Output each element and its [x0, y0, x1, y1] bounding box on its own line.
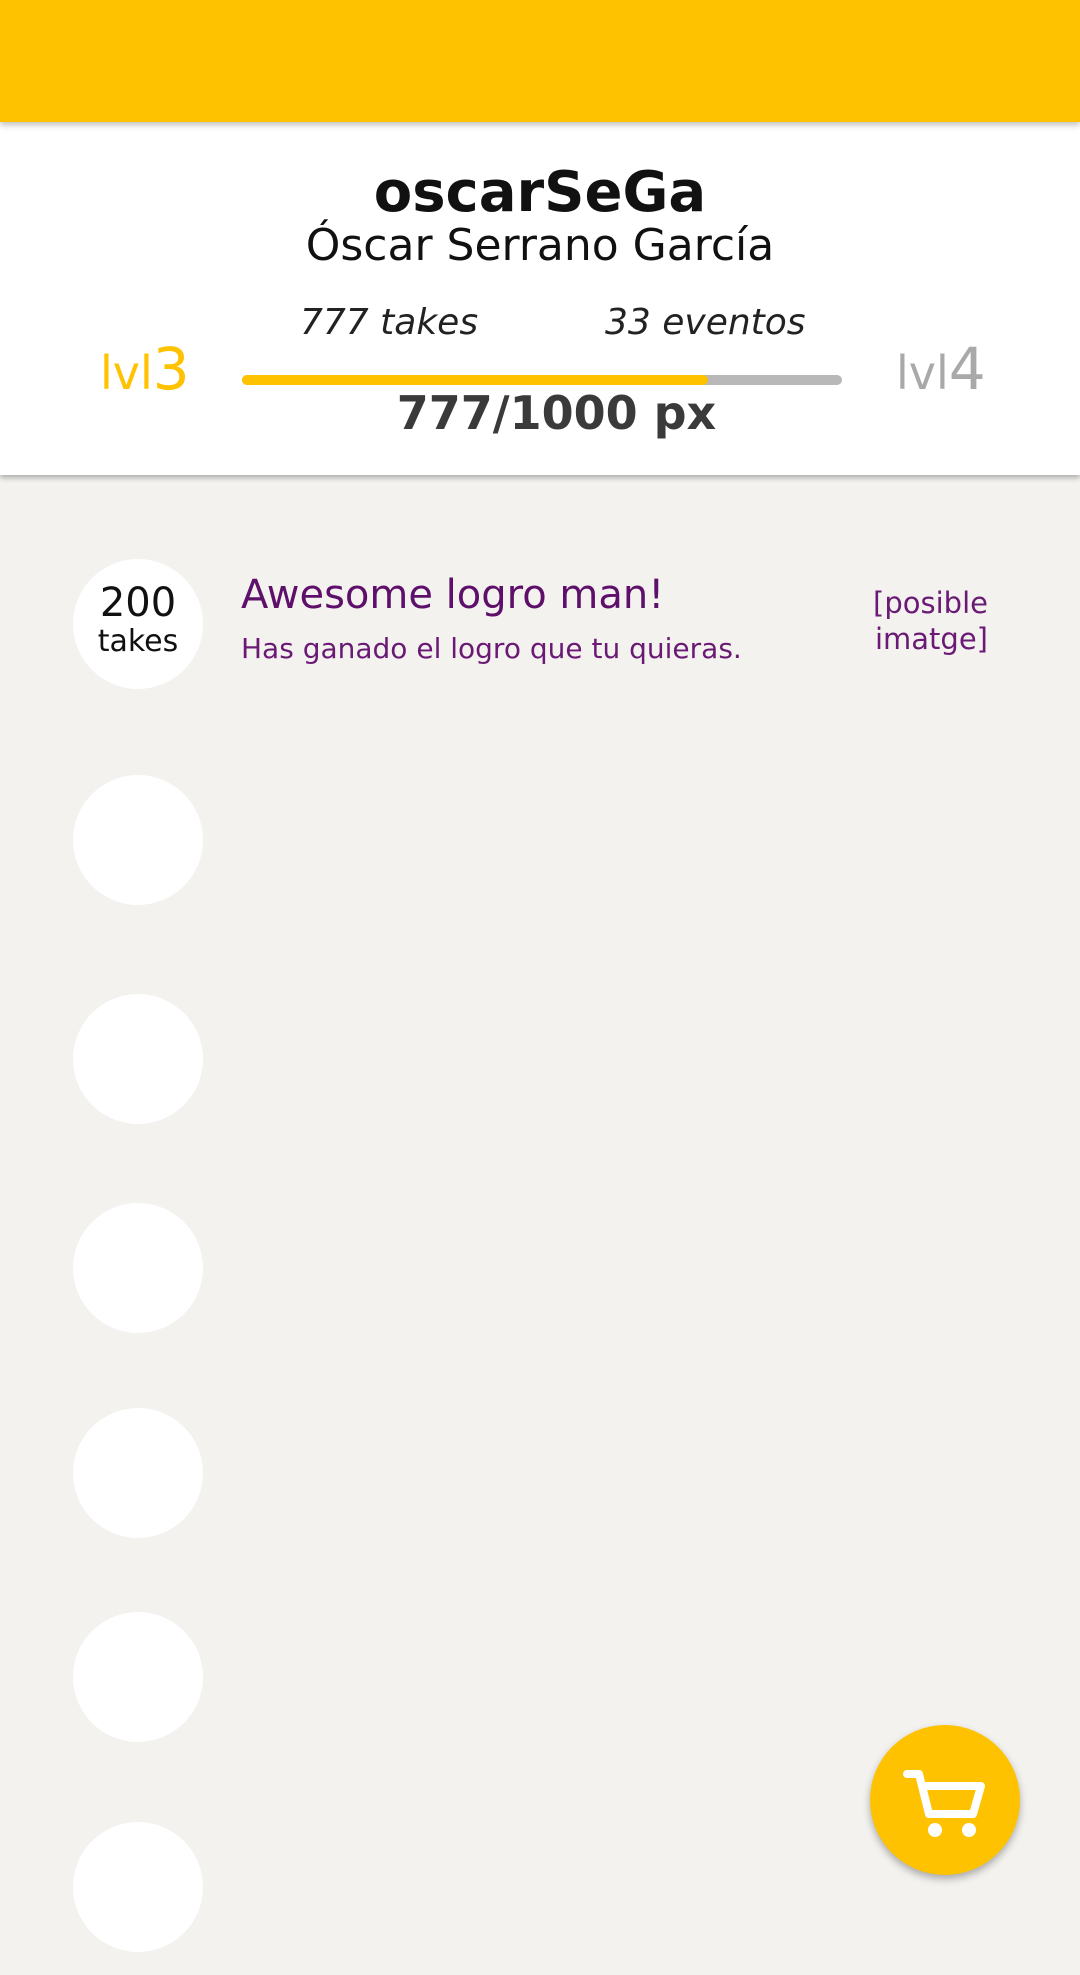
shop-fab-button[interactable]: [870, 1725, 1020, 1875]
achievement-description: Has ganado el logro que tu quieras.: [241, 632, 742, 665]
badge-value: 200: [99, 580, 177, 626]
achievement-title: Awesome logro man!: [241, 572, 665, 618]
achievement-image-placeholder: [posible imatge]: [873, 586, 988, 656]
achievement-item[interactable]: 200 takes Awesome logro man! Has ganado …: [50, 537, 1030, 712]
achievement-item[interactable]: [50, 1386, 1030, 1561]
level-progress-fill: [242, 375, 709, 385]
badge-unit: takes: [97, 624, 179, 659]
achievement-badge: [73, 1203, 203, 1333]
takes-count: 777 takes: [300, 302, 479, 343]
achievement-badge: [73, 1612, 203, 1742]
level-progress-bar: [242, 375, 842, 385]
cart-icon: [903, 1770, 985, 1837]
achievement-item[interactable]: [50, 1590, 1030, 1765]
achievement-item[interactable]: [50, 1181, 1030, 1356]
full-name: Óscar Serrano García: [305, 220, 775, 271]
achievement-badge: [73, 1822, 203, 1952]
achievement-badge: [73, 1408, 203, 1538]
events-count: 33 eventos: [605, 302, 806, 343]
achievement-badge: [73, 994, 203, 1124]
username: oscarSeGa: [373, 160, 707, 225]
progress-label: 777/1000 px: [396, 386, 717, 440]
achievement-item[interactable]: [50, 753, 1030, 928]
profile-card: oscarSeGa Óscar Serrano García 777 takes…: [0, 122, 1080, 475]
achievement-badge: 200 takes: [73, 559, 203, 689]
top-app-bar: [0, 0, 1080, 122]
achievement-item[interactable]: [50, 972, 1030, 1147]
achievement-badge: [73, 775, 203, 905]
